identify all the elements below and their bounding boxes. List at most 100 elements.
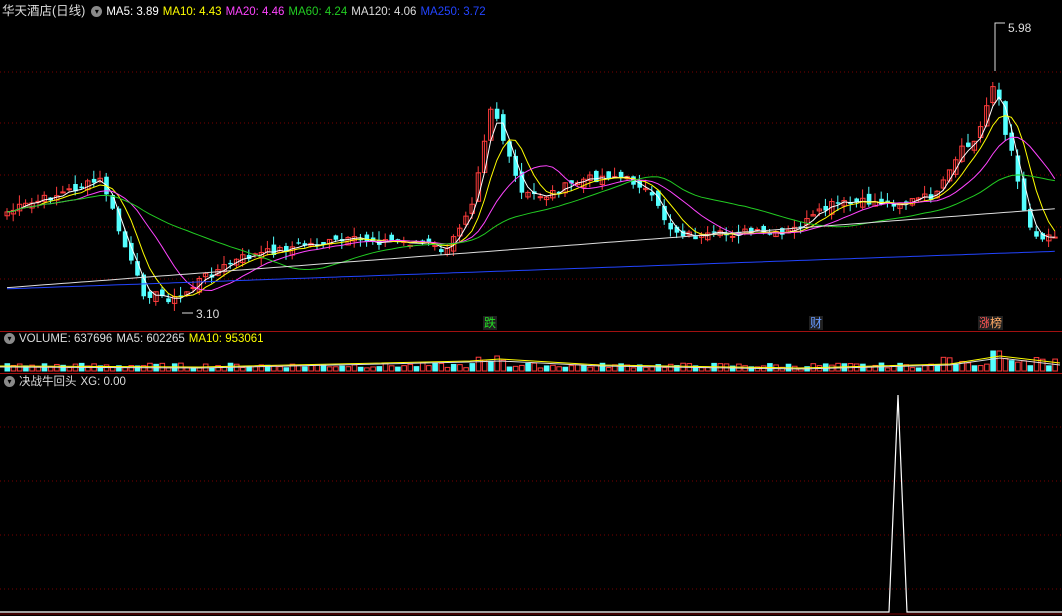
- volume-bar[interactable]: [326, 366, 333, 372]
- candle-down[interactable]: [79, 186, 84, 189]
- candle-down[interactable]: [228, 262, 233, 265]
- volume-bar[interactable]: [413, 366, 420, 372]
- volume-bar[interactable]: [463, 367, 469, 372]
- volume-bar[interactable]: [643, 366, 649, 372]
- volume-bar[interactable]: [339, 365, 345, 372]
- volume-bar[interactable]: [407, 363, 414, 372]
- candle-down[interactable]: [1003, 101, 1008, 135]
- volume-bar[interactable]: [965, 362, 972, 372]
- candle-down[interactable]: [147, 291, 153, 298]
- volume-bar[interactable]: [364, 367, 370, 372]
- volume-bar[interactable]: [302, 366, 308, 372]
- volume-bar[interactable]: [209, 367, 215, 372]
- candle-down[interactable]: [1015, 155, 1021, 182]
- candle-down[interactable]: [1040, 233, 1045, 240]
- candle-up[interactable]: [729, 235, 736, 238]
- volume-bar[interactable]: [587, 366, 593, 372]
- candle-down[interactable]: [656, 190, 661, 206]
- volume-bar[interactable]: [581, 364, 587, 372]
- candle-down[interactable]: [966, 142, 971, 147]
- candle-down[interactable]: [364, 234, 370, 242]
- volume-bar[interactable]: [884, 367, 891, 372]
- volume-bar[interactable]: [630, 367, 637, 372]
- volume-bar[interactable]: [388, 365, 395, 372]
- candle-down[interactable]: [668, 222, 673, 230]
- candle-down[interactable]: [618, 171, 624, 178]
- candle-down[interactable]: [389, 234, 394, 241]
- candle-down[interactable]: [1034, 231, 1039, 237]
- volume-bar[interactable]: [984, 363, 990, 372]
- volume-bar[interactable]: [953, 363, 959, 372]
- volume-bar[interactable]: [457, 364, 463, 372]
- volume-pane[interactable]: ▾ VOLUME: 637696 MA5: 602265 MA10: 953061: [0, 331, 1062, 373]
- candle-down[interactable]: [835, 202, 841, 204]
- event-mark-cai[interactable]: 财: [809, 316, 824, 330]
- volume-bar[interactable]: [990, 350, 996, 372]
- volume-bar[interactable]: [649, 366, 655, 372]
- volume-bar[interactable]: [977, 365, 984, 372]
- candle-down[interactable]: [296, 242, 301, 244]
- candle-down[interactable]: [166, 298, 171, 303]
- volume-bar[interactable]: [277, 366, 283, 372]
- volume-bar[interactable]: [897, 362, 903, 372]
- volume-bar[interactable]: [525, 362, 531, 372]
- volume-bar[interactable]: [971, 365, 978, 372]
- volume-bar[interactable]: [357, 366, 364, 372]
- volume-bar[interactable]: [488, 360, 494, 372]
- candle-down[interactable]: [693, 236, 698, 240]
- event-mark-die[interactable]: 跌: [483, 316, 498, 330]
- volume-bar[interactable]: [395, 366, 401, 372]
- candle-down[interactable]: [494, 108, 500, 119]
- chevron-down-icon[interactable]: ▾: [91, 6, 103, 18]
- candle-up[interactable]: [66, 188, 72, 191]
- candle-down[interactable]: [91, 178, 97, 183]
- volume-bar[interactable]: [469, 363, 476, 372]
- volume-bar[interactable]: [556, 366, 562, 372]
- indicator-chart[interactable]: [0, 373, 1062, 616]
- volume-bar[interactable]: [66, 367, 73, 372]
- volume-bar[interactable]: [444, 366, 451, 372]
- volume-bar[interactable]: [1046, 365, 1052, 372]
- volume-bar[interactable]: [438, 362, 445, 372]
- volume-bar[interactable]: [915, 367, 922, 372]
- volume-bar[interactable]: [1008, 360, 1015, 372]
- volume-bar[interactable]: [996, 350, 1003, 372]
- price-pane[interactable]: 华天酒店(日线) ▾ MA5: 3.89 MA10: 4.43 MA20: 4.46 MA…: [0, 0, 1062, 331]
- candlestick-chart[interactable]: [0, 0, 1062, 331]
- volume-bar[interactable]: [494, 355, 500, 372]
- candle-down[interactable]: [866, 193, 872, 205]
- volume-bar[interactable]: [370, 366, 376, 372]
- volume-bar[interactable]: [333, 366, 339, 372]
- volume-bar[interactable]: [426, 365, 432, 372]
- volume-bar[interactable]: [605, 367, 612, 372]
- volume-bar[interactable]: [599, 362, 606, 372]
- volume-bar[interactable]: [500, 359, 507, 372]
- volume-bar[interactable]: [432, 362, 438, 372]
- volume-bar[interactable]: [240, 367, 246, 372]
- volume-bar[interactable]: [320, 364, 327, 372]
- volume-bar[interactable]: [401, 365, 407, 372]
- volume-bar[interactable]: [1002, 357, 1009, 372]
- volume-bar[interactable]: [661, 366, 668, 372]
- volume-bar[interactable]: [308, 364, 314, 372]
- candle-down[interactable]: [606, 171, 611, 179]
- volume-bar[interactable]: [1015, 361, 1021, 372]
- volume-bar[interactable]: [519, 364, 525, 372]
- volume-bar[interactable]: [1027, 365, 1034, 372]
- event-mark-bang[interactable]: 榜: [989, 316, 1004, 330]
- volume-bar[interactable]: [475, 356, 482, 372]
- volume-bar[interactable]: [537, 367, 544, 372]
- indicator-pane[interactable]: ▾ 决战牛回头 XG: 0.00: [0, 373, 1062, 616]
- chevron-down-icon[interactable]: ▾: [4, 333, 15, 345]
- volume-bar[interactable]: [698, 367, 705, 372]
- volume-bar[interactable]: [450, 363, 457, 372]
- volume-bar[interactable]: [295, 365, 302, 372]
- volume-bar[interactable]: [419, 362, 426, 372]
- volume-bar[interactable]: [543, 365, 550, 372]
- volume-bar[interactable]: [909, 367, 916, 372]
- candle-down[interactable]: [333, 235, 339, 240]
- volume-bar[interactable]: [550, 364, 556, 372]
- volume-bar[interactable]: [512, 365, 519, 372]
- volume-bar[interactable]: [531, 362, 538, 372]
- volume-bar[interactable]: [345, 366, 352, 372]
